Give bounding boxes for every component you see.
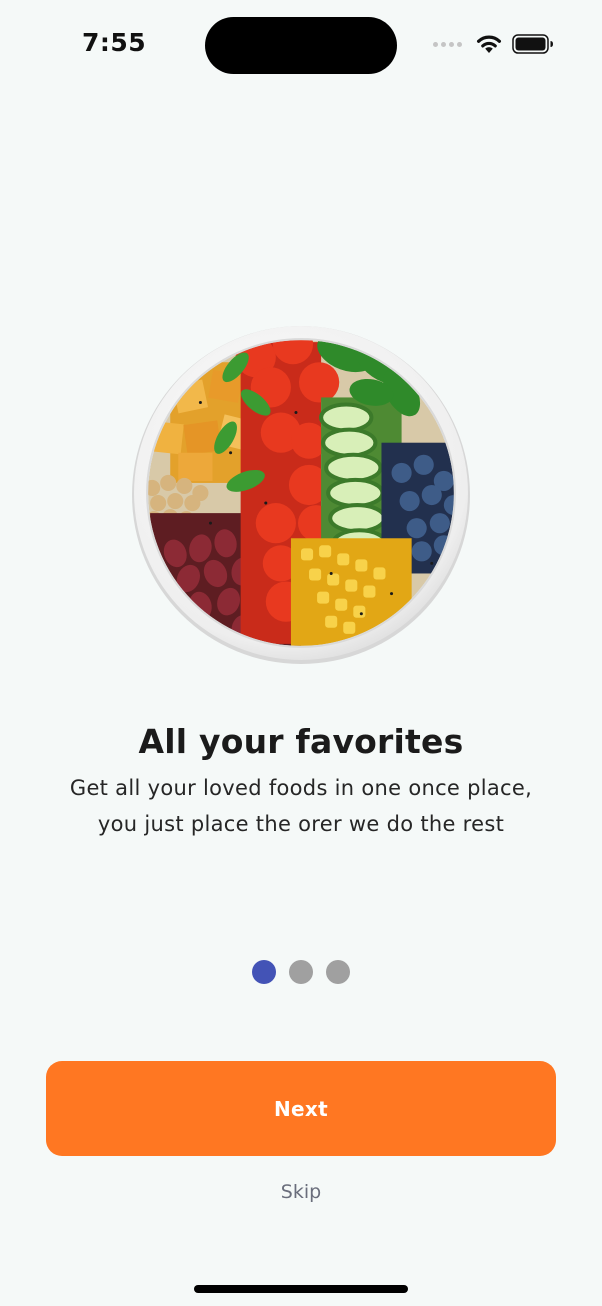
subtitle-line-1: Get all your loved foods in one once pla… <box>69 776 533 800</box>
status-icons <box>433 33 554 55</box>
food-bowl-image <box>132 326 470 664</box>
skip-link[interactable]: Skip <box>0 1181 602 1203</box>
cellular-signal-icon <box>433 41 462 47</box>
next-button[interactable]: Next <box>46 1061 556 1156</box>
onboarding-subtitle: Get all your loved foods in one once pla… <box>30 770 572 842</box>
subtitle-line-2: you just place the orer we do the rest <box>97 812 505 836</box>
page-indicator <box>0 960 602 984</box>
page-dot-2[interactable] <box>289 960 313 984</box>
dynamic-island <box>205 17 397 74</box>
page-dot-3[interactable] <box>326 960 350 984</box>
wifi-icon <box>477 35 501 53</box>
page-dot-1[interactable] <box>252 960 276 984</box>
status-time: 7:55 <box>82 28 147 57</box>
home-indicator <box>194 1285 408 1293</box>
battery-icon <box>512 34 553 54</box>
onboarding-title: All your favorites <box>138 722 464 761</box>
